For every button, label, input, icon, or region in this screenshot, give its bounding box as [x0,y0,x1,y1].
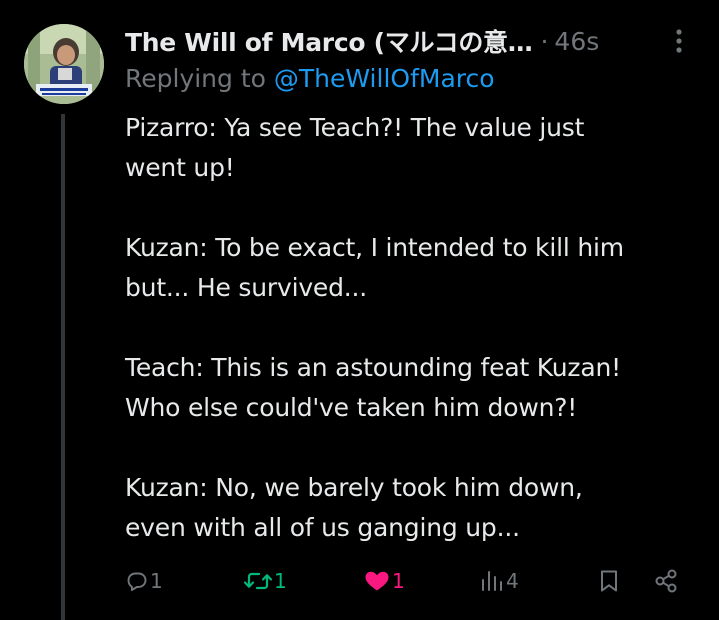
text-line: went up! [125,153,235,182]
share-button[interactable] [653,563,679,599]
retweet-count: 1 [274,569,287,593]
tweet-text: Pizarro: Ya see Teach?! The value just w… [125,108,695,548]
text-line: but... He survived... [125,273,368,302]
replying-to: Replying to @TheWillOfMarco [125,64,495,93]
thread-line [61,114,65,620]
avatar[interactable] [24,24,104,104]
bookmark-button[interactable] [597,563,621,599]
action-bar: 1 1 1 4 [125,563,685,599]
views-count: 4 [506,569,519,593]
retweet-button[interactable]: 1 [243,563,287,599]
bookmark-icon [601,570,617,592]
paragraph: Kuzan: To be exact, I intended to kill h… [125,228,695,308]
text-line: Kuzan: To be exact, I intended to kill h… [125,233,624,262]
tweet: The Will of Marco (マルコの意… · 46s Replying… [0,0,719,620]
like-count: 1 [392,569,405,593]
paragraph: Kuzan: No, we barely took him down, even… [125,468,695,548]
reply-icon [127,572,147,591]
views-icon [482,571,502,591]
reply-count: 1 [150,569,163,593]
text-line: Teach: This is an astounding feat Kuzan! [125,353,621,382]
more-options-button[interactable] [664,26,694,56]
share-icon [655,569,677,593]
views-button[interactable]: 4 [479,563,519,599]
timestamp[interactable]: 46s [554,27,599,56]
avatar-image [24,24,104,104]
replying-to-handle[interactable]: @TheWillOfMarco [274,64,495,93]
separator-dot: · [540,26,549,56]
heart-icon [365,571,389,591]
text-line: Pizarro: Ya see Teach?! The value just [125,113,585,142]
tweet-header: The Will of Marco (マルコの意… · 46s [125,24,685,58]
paragraph: Teach: This is an astounding feat Kuzan!… [125,348,695,428]
retweet-icon [243,572,273,590]
text-line: even with all of us ganging up... [125,513,520,542]
reply-button[interactable]: 1 [125,563,163,599]
display-name[interactable]: The Will of Marco (マルコの意… [125,23,533,59]
text-line: Who else could've taken him down?! [125,393,578,422]
paragraph: Pizarro: Ya see Teach?! The value just w… [125,108,695,188]
like-button[interactable]: 1 [363,563,405,599]
replying-to-label: Replying to [125,64,274,93]
more-vertical-icon [676,29,682,53]
text-line: Kuzan: No, we barely took him down, [125,473,583,502]
